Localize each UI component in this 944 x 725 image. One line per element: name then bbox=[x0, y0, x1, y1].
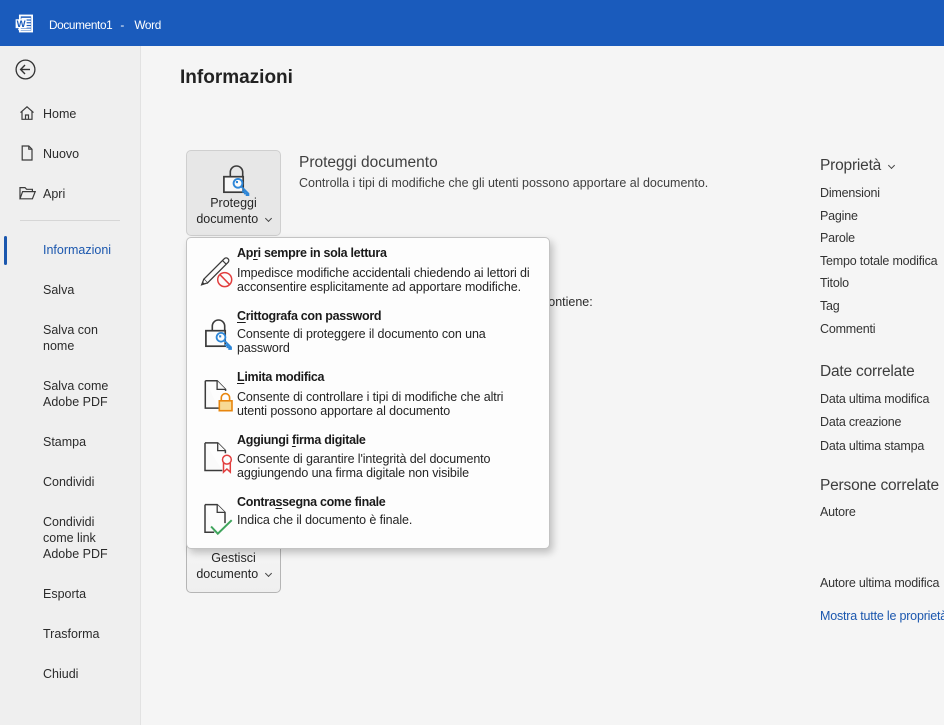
svg-text:W: W bbox=[17, 19, 26, 30]
